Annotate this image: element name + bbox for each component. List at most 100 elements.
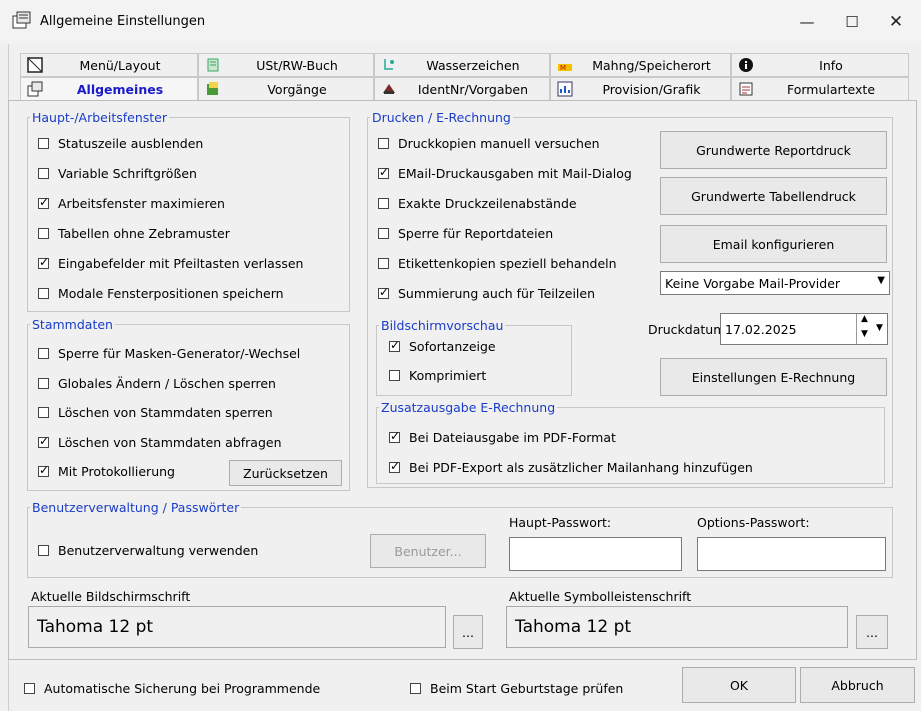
- checkbox-box[interactable]: [38, 228, 49, 239]
- tab-vorgaenge[interactable]: Vorgänge: [198, 77, 374, 101]
- spin-down-icon[interactable]: ▼: [861, 329, 868, 339]
- mail-provider-select[interactable]: Keine Vorgabe Mail-Provider ▼: [660, 271, 890, 295]
- checkbox-box[interactable]: [38, 255, 49, 269]
- toolbar-font-browse-button[interactable]: ...: [856, 615, 888, 649]
- checkbox-option[interactable]: Eingabefelder mit Pfeiltasten verlassen: [38, 255, 303, 271]
- checkbox-option[interactable]: Sofortanzeige: [389, 338, 496, 354]
- checkbox-option[interactable]: Komprimiert: [389, 368, 486, 383]
- checkbox-label: Löschen von Stammdaten abfragen: [58, 434, 282, 450]
- reset-button[interactable]: Zurücksetzen: [229, 460, 342, 486]
- checkbox-box[interactable]: [389, 338, 400, 352]
- checkbox-option[interactable]: Modale Fensterpositionen speichern: [38, 286, 284, 301]
- group-legend: Bildschirmvorschau: [381, 318, 504, 333]
- druckdatum-field[interactable]: 17.02.2025 ▲ ▼ ▼: [720, 313, 888, 345]
- checkbox-option[interactable]: Löschen von Stammdaten sperren: [38, 405, 273, 420]
- checkbox-box[interactable]: [389, 459, 400, 473]
- title-bar: Allgemeine Einstellungen — ☐ ✕: [0, 0, 921, 44]
- checkbox-box[interactable]: [378, 165, 389, 179]
- tab-ust-rw-buch[interactable]: USt/RW-Buch: [198, 53, 374, 77]
- checkbox-option[interactable]: Sperre für Masken-Generator/-Wechsel: [38, 346, 300, 361]
- checkbox-option[interactable]: Löschen von Stammdaten abfragen: [38, 434, 282, 450]
- tab-mahng-speicherort[interactable]: M Mahng/Speicherort: [550, 53, 731, 77]
- tab-provision-grafik[interactable]: Provision/Grafik: [550, 77, 731, 101]
- checkbox-box[interactable]: [38, 348, 49, 359]
- checkbox-box[interactable]: [38, 195, 49, 209]
- tab-allgemeines[interactable]: Allgemeines: [20, 77, 198, 101]
- erechnung-settings-button[interactable]: Einstellungen E-Rechnung: [660, 358, 887, 396]
- checkbox-label: Exakte Druckzeilenabstände: [398, 196, 577, 211]
- checkbox-option[interactable]: Druckkopien manuell versuchen: [378, 136, 600, 151]
- checkbox-option[interactable]: Statuszeile ausblenden: [38, 136, 203, 151]
- checkbox-label: Arbeitsfenster maximieren: [58, 196, 225, 211]
- checkbox-option[interactable]: Tabellen ohne Zebramuster: [38, 226, 230, 241]
- group-legend: Stammdaten: [32, 317, 113, 332]
- checkbox-label: Modale Fensterpositionen speichern: [58, 286, 284, 301]
- use-user-management-checkbox[interactable]: Benutzerverwaltung verwenden: [38, 543, 258, 558]
- checkbox-box[interactable]: [389, 429, 400, 443]
- checkbox-box[interactable]: [378, 198, 389, 209]
- checkbox-label: Bei Dateiausgabe im PDF-Format: [409, 430, 616, 445]
- minimize-icon[interactable]: —: [787, 8, 827, 36]
- close-icon[interactable]: ✕: [876, 8, 916, 36]
- tab-menu-layout[interactable]: Menü/Layout: [20, 53, 198, 77]
- checkbox-option[interactable]: Arbeitsfenster maximieren: [38, 195, 225, 211]
- checkbox-box[interactable]: [38, 288, 49, 299]
- tab-formulartexte[interactable]: Formulartexte: [731, 77, 909, 101]
- table-defaults-button[interactable]: Grundwerte Tabellendruck: [660, 177, 887, 215]
- checkbox-option[interactable]: Bei PDF-Export als zusätzlicher Mailanha…: [389, 459, 753, 475]
- haupt-password-field[interactable]: [509, 537, 682, 571]
- email-config-button[interactable]: Email konfigurieren: [660, 225, 887, 263]
- checkbox-box[interactable]: [378, 285, 389, 299]
- checkbox-option[interactable]: Etikettenkopien speziell behandeln: [378, 256, 617, 271]
- user-button[interactable]: Benutzer...: [370, 534, 486, 568]
- calendar-dropdown-icon[interactable]: ▼: [876, 323, 883, 333]
- checkbox-box[interactable]: [38, 545, 49, 556]
- checkbox-option[interactable]: Summierung auch für Teilzeilen: [378, 285, 595, 301]
- checkbox-box[interactable]: [378, 228, 389, 239]
- date-spinner[interactable]: ▲ ▼: [856, 314, 875, 344]
- birthday-check-checkbox[interactable]: Beim Start Geburtstage prüfen: [410, 681, 623, 696]
- checkbox-option[interactable]: Exakte Druckzeilenabstände: [378, 196, 577, 211]
- svg-text:M: M: [560, 64, 566, 72]
- tab-identnr-vorgaben[interactable]: IdentNr/Vorgaben: [374, 77, 550, 101]
- checkbox-box[interactable]: [38, 168, 49, 179]
- checkbox-box[interactable]: [38, 407, 49, 418]
- checkbox-label: Löschen von Stammdaten sperren: [58, 405, 273, 420]
- toolbar-font-label: Aktuelle Symbolleistenschrift: [509, 589, 692, 604]
- report-defaults-button[interactable]: Grundwerte Reportdruck: [660, 131, 887, 169]
- options-password-field[interactable]: [697, 537, 886, 571]
- window-title: Allgemeine Einstellungen: [40, 14, 206, 29]
- tab-wasserzeichen[interactable]: Wasserzeichen: [374, 53, 550, 77]
- dunning-icon: M: [558, 64, 572, 72]
- screen-font-browse-button[interactable]: ...: [453, 615, 483, 649]
- checkbox-box[interactable]: [378, 138, 389, 149]
- checkbox-option[interactable]: Sperre für Reportdateien: [378, 226, 553, 241]
- checkbox-box[interactable]: [389, 370, 400, 381]
- checkbox-option[interactable]: Bei Dateiausgabe im PDF-Format: [389, 429, 616, 445]
- group-legend: Benutzerverwaltung / Passwörter: [32, 500, 240, 515]
- spin-up-icon[interactable]: ▲: [861, 314, 868, 324]
- checkbox-option[interactable]: EMail-Druckausgaben mit Mail-Dialog: [378, 165, 632, 181]
- cancel-button[interactable]: Abbruch: [800, 667, 915, 703]
- checkbox-label: Variable Schriftgrößen: [58, 166, 197, 181]
- maximize-icon[interactable]: ☐: [832, 8, 872, 36]
- checkbox-box[interactable]: [24, 683, 35, 694]
- chevron-down-icon[interactable]: ▼: [877, 275, 885, 286]
- book-icon: [207, 58, 219, 72]
- checkbox-box[interactable]: [38, 434, 49, 448]
- checkbox-option[interactable]: Mit Protokollierung: [38, 463, 175, 479]
- checkbox-box[interactable]: [38, 138, 49, 149]
- checkbox-option[interactable]: Variable Schriftgrößen: [38, 166, 197, 181]
- checkbox-box[interactable]: [38, 463, 49, 477]
- documents-icon: [207, 82, 218, 95]
- tab-info[interactable]: Info: [731, 53, 909, 77]
- auto-backup-checkbox[interactable]: Automatische Sicherung bei Programmende: [24, 681, 320, 696]
- checkbox-option[interactable]: Globales Ändern / Löschen sperren: [38, 376, 276, 391]
- ok-button[interactable]: OK: [682, 667, 796, 703]
- checkbox-box[interactable]: [378, 258, 389, 269]
- info-icon: [739, 58, 753, 72]
- checkbox-box[interactable]: [38, 377, 49, 389]
- checkbox-label: Etikettenkopien speziell behandeln: [398, 256, 617, 271]
- checkbox-box[interactable]: [410, 683, 421, 694]
- druckdatum-label: Druckdatum: [648, 322, 726, 337]
